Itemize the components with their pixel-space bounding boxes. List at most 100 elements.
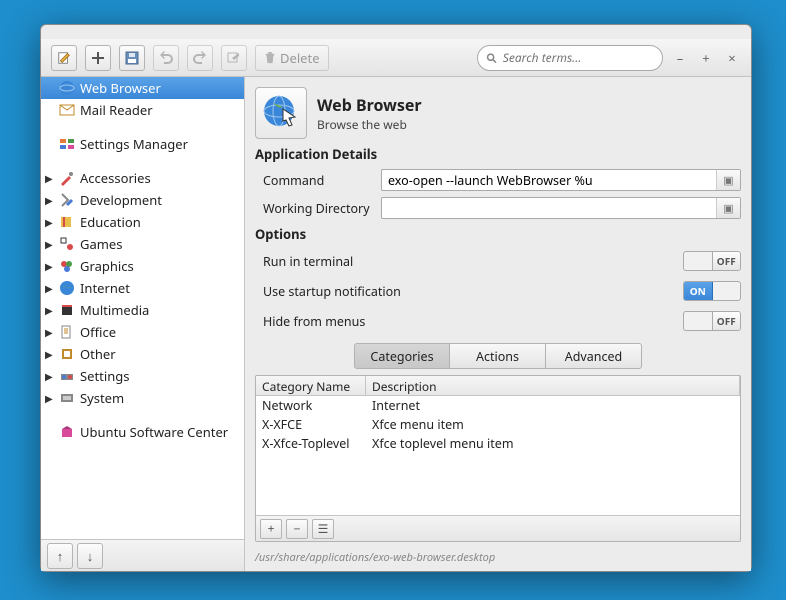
close-button[interactable]: × — [723, 49, 741, 67]
expand-icon[interactable]: ▶ — [45, 369, 53, 383]
wd-input[interactable] — [382, 200, 716, 217]
games-icon — [59, 236, 75, 252]
sidebar-item-label: Development — [80, 191, 162, 209]
run-terminal-toggle[interactable]: OFF — [683, 251, 741, 271]
sidebar-item-label: Settings Manager — [80, 135, 188, 153]
sidebar-item[interactable]: ▶ System — [41, 387, 244, 409]
sidebar-item[interactable]: Mail Reader — [41, 99, 244, 121]
add-button[interactable] — [85, 45, 111, 71]
sidebar-item-label: Accessories — [80, 169, 151, 187]
education-icon — [59, 214, 75, 230]
sidebar-item-label: Other — [80, 345, 116, 363]
delete-button[interactable]: Delete — [255, 45, 329, 71]
sidebar-item[interactable]: ▶Games — [41, 233, 244, 255]
expand-icon[interactable]: ▶ — [45, 281, 53, 295]
expand-icon[interactable]: ▶ — [45, 303, 53, 317]
sidebar: Web Browser Mail Reader Settings Manager ▶ A… — [41, 77, 245, 571]
command-input[interactable] — [382, 172, 716, 189]
expand-icon[interactable]: ▶ — [45, 193, 53, 207]
desktop-file-path: /usr/share/applications/exo-web-browser.… — [255, 548, 741, 565]
sidebar-item[interactable]: ▶Graphics — [41, 255, 244, 277]
table-footer: + − ☰ — [256, 515, 740, 541]
table-row[interactable]: NetworkInternet — [256, 396, 740, 415]
undo-icon — [159, 51, 173, 65]
command-label: Command — [263, 172, 373, 189]
expand-icon[interactable]: ▶ — [45, 259, 53, 273]
wd-label: Working Directory — [263, 200, 373, 217]
development-icon — [59, 192, 75, 208]
col-description[interactable]: Description — [366, 376, 740, 395]
startup-notif-toggle[interactable]: ON — [683, 281, 741, 301]
sidebar-item[interactable]: ▶Multimedia — [41, 299, 244, 321]
search-box[interactable] — [477, 45, 663, 71]
other-icon — [59, 346, 75, 362]
expand-icon[interactable]: ▶ — [45, 347, 53, 361]
trash-icon — [264, 52, 276, 64]
search-input[interactable] — [503, 49, 654, 66]
hide-menus-toggle[interactable]: OFF — [683, 311, 741, 331]
col-category-name[interactable]: Category Name — [256, 376, 366, 395]
redo-button[interactable] — [187, 45, 213, 71]
sidebar-item-label: System — [80, 389, 124, 407]
titlebar[interactable] — [41, 25, 751, 39]
sidebar-footer: ↑ ↓ — [41, 539, 244, 571]
expand-icon[interactable]: ▶ — [45, 171, 53, 185]
expand-icon[interactable]: ▶ — [45, 325, 53, 339]
edit-icon — [57, 51, 71, 65]
tab-categories[interactable]: Categories — [354, 343, 450, 369]
globe-cursor-icon — [261, 93, 301, 133]
categories-table: Category Name Description NetworkInterne… — [255, 375, 741, 542]
sidebar-item-label: Mail Reader — [80, 101, 153, 119]
tab-advanced[interactable]: Advanced — [546, 343, 642, 369]
launch-button[interactable] — [221, 45, 247, 71]
undo-button[interactable] — [153, 45, 179, 71]
sidebar-item[interactable]: Settings Manager — [41, 133, 244, 155]
move-up-button[interactable]: ↑ — [47, 543, 73, 569]
hide-menus-label: Hide from menus — [263, 313, 683, 330]
category-add-button[interactable]: + — [260, 519, 282, 539]
internet-icon — [59, 280, 75, 296]
table-body[interactable]: NetworkInternetX-XFCEXfce menu itemX-Xfc… — [256, 396, 740, 515]
arrow-up-icon: ↑ — [57, 547, 64, 565]
plus-icon: + — [268, 520, 275, 537]
sidebar-item[interactable]: ▶Education — [41, 211, 244, 233]
app-window: Delete – + × Web Browser Mail Reader Setti… — [40, 24, 752, 572]
sidebar-item-label: Office — [80, 323, 116, 341]
wd-field-wrap: ▣ — [381, 197, 741, 219]
edit-file-button[interactable] — [51, 45, 77, 71]
details-section-title: Application Details — [255, 145, 741, 163]
table-row[interactable]: X-Xfce-ToplevelXfce toplevel menu item — [256, 434, 740, 453]
app-header: Web Browser Browse the web — [255, 87, 741, 139]
sidebar-item[interactable]: ▶Settings — [41, 365, 244, 387]
sidebar-item[interactable]: ▶ Development — [41, 189, 244, 211]
app-tree[interactable]: Web Browser Mail Reader Settings Manager ▶ A… — [41, 77, 244, 539]
wd-browse-button[interactable]: ▣ — [716, 198, 740, 218]
sidebar-item[interactable]: ▶ Accessories — [41, 167, 244, 189]
sidebar-item[interactable]: ▶ Internet — [41, 277, 244, 299]
mail-icon — [59, 102, 75, 118]
main-panel: Web Browser Browse the web Application D… — [245, 77, 751, 571]
accessories-icon — [59, 170, 75, 186]
sidebar-item[interactable]: ▶ Office — [41, 321, 244, 343]
minimize-button[interactable]: – — [671, 49, 689, 67]
sidebar-item[interactable]: ▶ Other — [41, 343, 244, 365]
maximize-button[interactable]: + — [697, 49, 715, 67]
table-row[interactable]: X-XFCEXfce menu item — [256, 415, 740, 434]
sidebar-item[interactable]: Ubuntu Software Center — [41, 421, 244, 443]
expand-icon[interactable]: ▶ — [45, 215, 53, 229]
tab-actions[interactable]: Actions — [450, 343, 546, 369]
sidebar-item[interactable]: Web Browser — [41, 77, 244, 99]
expand-icon[interactable]: ▶ — [45, 391, 53, 405]
move-down-button[interactable]: ↓ — [77, 543, 103, 569]
run-terminal-label: Run in terminal — [263, 253, 683, 270]
expand-icon[interactable]: ▶ — [45, 237, 53, 251]
app-title: Web Browser — [317, 94, 422, 116]
category-edit-button[interactable]: ☰ — [312, 519, 334, 539]
plus-icon — [91, 51, 105, 65]
properties-icon: ☰ — [318, 520, 329, 537]
app-icon-button[interactable] — [255, 87, 307, 139]
sidebar-item-label: Internet — [80, 279, 130, 297]
category-remove-button[interactable]: − — [286, 519, 308, 539]
command-browse-button[interactable]: ▣ — [716, 170, 740, 190]
save-button[interactable] — [119, 45, 145, 71]
